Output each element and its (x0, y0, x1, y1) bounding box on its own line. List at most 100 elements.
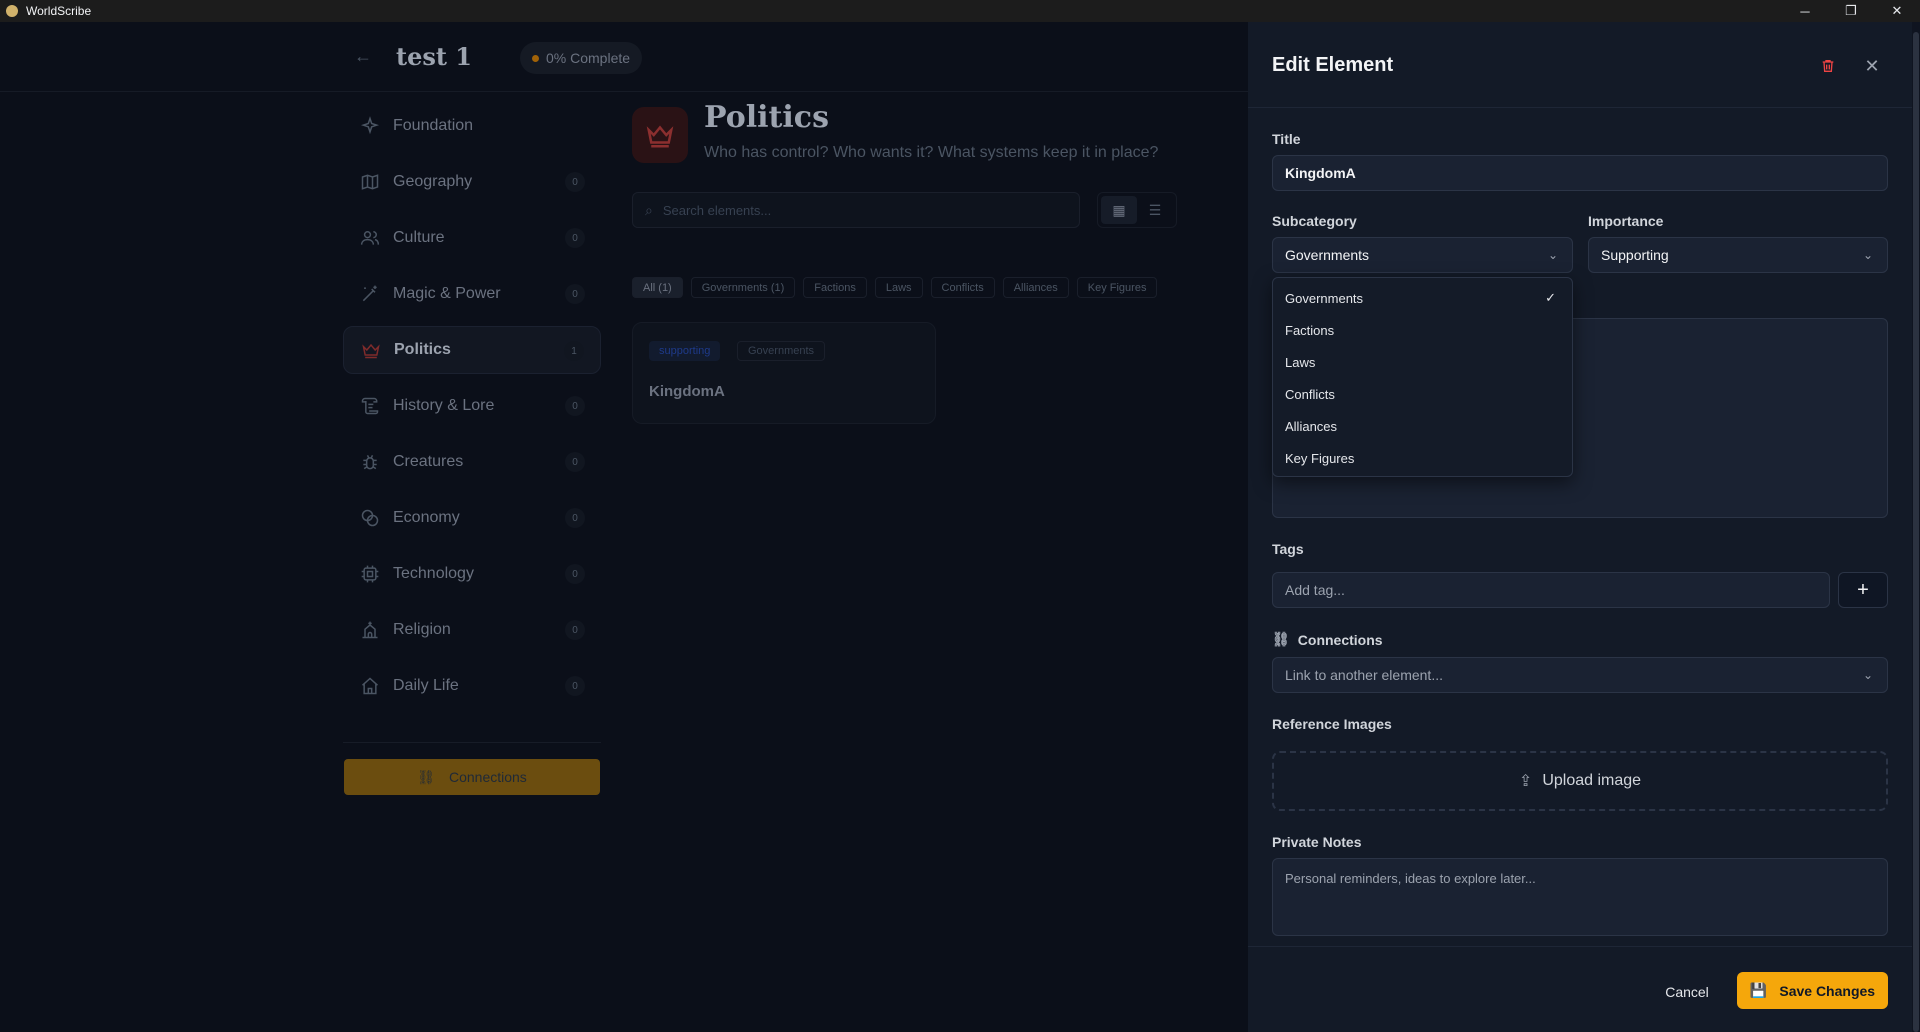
cancel-button[interactable]: Cancel (1652, 974, 1722, 1010)
app-header: ← test 1 0% Complete (0, 22, 1248, 92)
dropdown-option-key-figures[interactable]: Key Figures (1273, 442, 1572, 474)
private-notes-label: Private Notes (1272, 834, 1362, 850)
grid-view-icon[interactable]: ▦ (1101, 196, 1137, 224)
coins-icon (359, 507, 381, 529)
cpu-icon (359, 563, 381, 585)
sidebar-item-daily-life[interactable]: Daily Life 0 (343, 662, 601, 710)
scrollbar-thumb[interactable] (1913, 32, 1919, 1032)
importance-select[interactable]: Supporting ⌄ (1588, 237, 1888, 273)
delete-button[interactable] (1814, 52, 1842, 80)
link-icon: ⛓ (417, 768, 435, 785)
sidebar-item-history-lore[interactable]: History & Lore 0 (343, 382, 601, 430)
sidebar-item-religion[interactable]: Religion 0 (343, 606, 601, 654)
sidebar-item-politics[interactable]: Politics 1 (343, 326, 601, 374)
arrow-left-icon[interactable]: ← (354, 46, 372, 67)
window-title: WorldScribe (26, 4, 92, 18)
count-badge: 0 (565, 228, 585, 248)
drawer-title: Edit Element (1272, 54, 1394, 76)
progress-label: 0% Complete (546, 50, 631, 66)
upload-icon: ⇪ (1518, 773, 1533, 790)
connections-section-label: ⛓ Connections (1272, 631, 1383, 648)
app-logo-icon (6, 5, 18, 17)
subcategory-select-value: Governments (1285, 247, 1370, 263)
sidebar-item-economy[interactable]: Economy 0 (343, 494, 601, 542)
minimize-button[interactable]: ─ (1782, 0, 1828, 22)
element-card[interactable]: supporting Governments KingdomA (632, 322, 936, 424)
drawer-scrollbar[interactable] (1912, 22, 1920, 1032)
sidebar-item-label: Culture (393, 229, 445, 246)
sidebar-item-label: Creatures (393, 453, 464, 470)
sidebar-item-creatures[interactable]: Creatures 0 (343, 438, 601, 486)
window-controls: ─ ❐ ✕ (1782, 0, 1920, 22)
element-card-title: KingdomA (649, 383, 725, 400)
dropdown-option-laws[interactable]: Laws (1273, 346, 1572, 378)
window-titlebar: WorldScribe ─ ❐ ✕ (0, 0, 1920, 22)
connections-select[interactable]: Link to another element... ⌄ (1272, 657, 1888, 693)
connections-select-placeholder: Link to another element... (1285, 667, 1443, 683)
save-changes-label: Save Changes (1779, 982, 1876, 999)
sparkles-icon (359, 115, 381, 137)
count-badge: 0 (565, 564, 585, 584)
scroll-icon (359, 395, 381, 417)
sidebar-item-label: Technology (393, 565, 474, 582)
sidebar-item-technology[interactable]: Technology 0 (343, 550, 601, 598)
title-input[interactable]: KingdomA (1272, 155, 1888, 191)
category-header-icon (632, 107, 688, 163)
subcategory-badge: Governments (737, 341, 826, 361)
connections-button[interactable]: ⛓ Connections (344, 759, 600, 795)
page-subtitle: Who has control? Who wants it? What syst… (704, 144, 1159, 161)
title-label: Title (1272, 131, 1301, 147)
maximize-button[interactable]: ❐ (1828, 0, 1874, 22)
dropdown-option-factions[interactable]: Factions (1273, 314, 1572, 346)
reference-images-label: Reference Images (1272, 716, 1392, 732)
save-changes-button[interactable]: 💾 Save Changes (1737, 972, 1888, 1009)
sidebar-item-culture[interactable]: Culture 0 (343, 214, 601, 262)
trash-icon (1822, 60, 1834, 72)
list-view-icon[interactable]: ☰ (1137, 196, 1173, 224)
filter-chip-governments[interactable]: Governments (1) (690, 277, 796, 298)
drawer-footer-divider (1248, 946, 1912, 947)
dropdown-option-alliances[interactable]: Alliances (1273, 410, 1572, 442)
sidebar-item-label: History & Lore (393, 397, 495, 414)
map-icon (359, 171, 381, 193)
close-icon[interactable]: ✕ (1858, 52, 1886, 80)
dropdown-option-label: Key Figures (1285, 450, 1355, 466)
progress-badge: 0% Complete (520, 42, 643, 74)
subcategory-label: Subcategory (1272, 213, 1357, 229)
filter-chip-key-figures[interactable]: Key Figures (1076, 277, 1158, 298)
filter-chip-alliances[interactable]: Alliances (1002, 277, 1069, 298)
tags-input[interactable]: Add tag... (1272, 572, 1830, 608)
filter-chip-factions[interactable]: Factions (803, 277, 867, 298)
home-icon (359, 675, 381, 697)
filter-chip-conflicts[interactable]: Conflicts (930, 277, 995, 298)
sidebar-item-label: Religion (393, 621, 451, 638)
church-icon (359, 619, 381, 641)
sidebar-item-label: Magic & Power (393, 285, 501, 302)
sidebar-item-magic-power[interactable]: Magic & Power 0 (343, 270, 601, 318)
dropdown-option-governments[interactable]: Governments ✓ (1273, 282, 1572, 314)
search-input[interactable]: ⌕ Search elements... (632, 192, 1080, 228)
close-window-button[interactable]: ✕ (1874, 0, 1920, 22)
sidebar-item-label: Politics (394, 341, 451, 358)
count-badge: 0 (565, 452, 585, 472)
sidebar-item-foundation[interactable]: Foundation (343, 102, 601, 150)
subcategory-filters: All (1) Governments (1) Factions Laws Co… (632, 277, 1165, 298)
chevron-down-icon: ⌄ (1547, 248, 1558, 262)
add-tag-button[interactable]: + (1838, 572, 1888, 608)
drawer-header: Edit Element ✕ (1248, 22, 1920, 108)
upload-image-dropzone[interactable]: ⇪ Upload image (1272, 751, 1888, 811)
sidebar-item-label: Foundation (393, 117, 474, 134)
dropdown-option-label: Conflicts (1285, 386, 1335, 402)
subcategory-select[interactable]: Governments ⌄ (1272, 237, 1573, 273)
sidebar-item-geography[interactable]: Geography 0 (343, 158, 601, 206)
crown-icon (360, 339, 382, 361)
wand-icon (359, 283, 381, 305)
filter-chip-laws[interactable]: Laws (874, 277, 923, 298)
dropdown-option-conflicts[interactable]: Conflicts (1273, 378, 1572, 410)
filter-chip-all[interactable]: All (1) (632, 277, 683, 298)
main-app: ← test 1 0% Complete (0, 22, 1248, 1032)
count-badge: 0 (565, 676, 585, 696)
count-badge: 1 (564, 341, 584, 361)
chevron-down-icon: ⌄ (1862, 248, 1873, 262)
private-notes-textarea[interactable]: Personal reminders, ideas to explore lat… (1272, 858, 1888, 936)
